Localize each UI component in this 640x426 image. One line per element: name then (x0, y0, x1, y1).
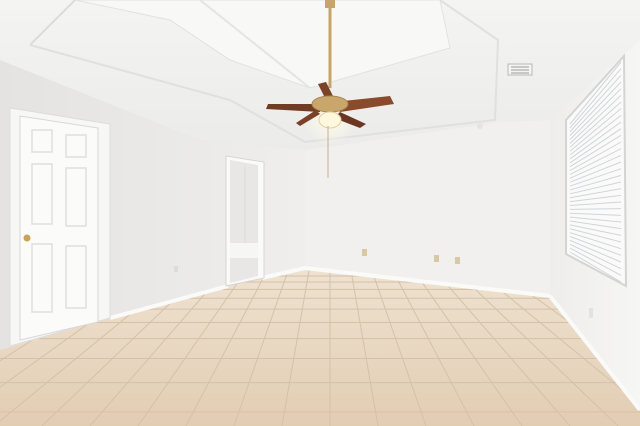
door-knob (23, 234, 31, 242)
room-photo (0, 0, 640, 426)
outlet (362, 249, 367, 256)
doorway-opening (230, 160, 258, 283)
outlet (589, 308, 593, 318)
outlet (174, 266, 178, 272)
outlet (455, 257, 460, 264)
bathroom-tub (230, 243, 258, 258)
back-wall (305, 120, 550, 296)
smoke-detector (477, 123, 483, 129)
outlet (434, 255, 439, 262)
fan-motor-housing (311, 95, 349, 113)
room-scene (0, 0, 640, 426)
blind-slat (569, 208, 622, 210)
fan-light-bowl (318, 111, 342, 129)
